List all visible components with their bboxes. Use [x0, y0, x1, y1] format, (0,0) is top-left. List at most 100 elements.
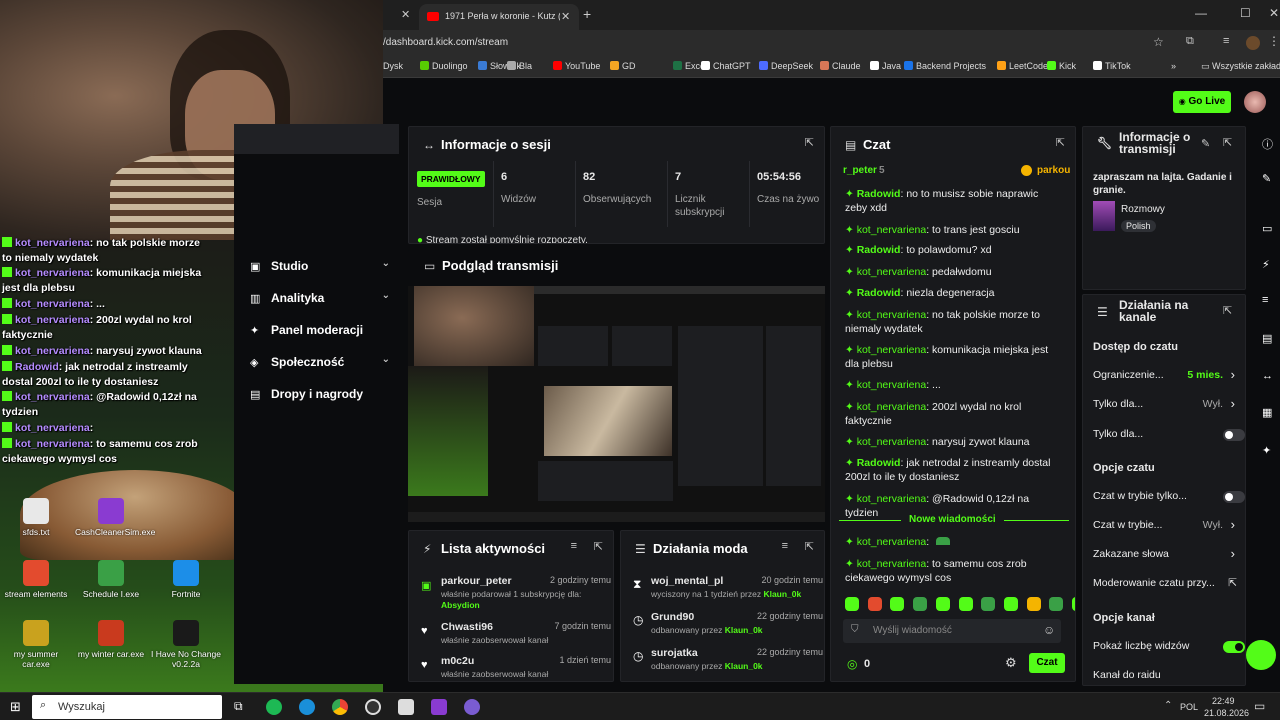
popout-icon[interactable]: ⇱ [1223, 304, 1232, 317]
setting-row[interactable]: Zakazane słowa › [1093, 546, 1235, 564]
setting-row[interactable]: Kanał do raidu [1093, 669, 1233, 685]
windows-start-icon[interactable]: ⊞ [10, 699, 21, 715]
bookmark-overflow-icon[interactable]: » [1171, 61, 1176, 71]
desktop-icon[interactable]: stream elements [0, 560, 72, 599]
profile-avatar[interactable] [1246, 36, 1260, 50]
emote-icon[interactable] [867, 597, 882, 611]
window-close-icon[interactable]: ✕ [1269, 6, 1279, 20]
list-icon[interactable]: ≡ [1262, 294, 1268, 306]
sidebar-item-studio[interactable]: ▣ Studio ⌄ [250, 258, 390, 278]
browser-tab-active[interactable]: 1971 Perła w koronie - Kutz (En ✕ [419, 4, 579, 30]
chat-message[interactable]: ✦ kot_nervariena: pedałwdomu [845, 265, 1063, 279]
emote-icon[interactable] [1026, 597, 1041, 611]
bookmark[interactable]: ChatGPT [701, 61, 751, 71]
mod-action-item[interactable]: ◷ Grund90 22 godziny temu odbanowany przez … [633, 611, 823, 643]
bookmark[interactable]: YouTube [553, 61, 600, 71]
bookmark[interactable]: Backend Projects [904, 61, 986, 71]
popout-icon[interactable]: ⇱ [805, 540, 814, 553]
setting-row[interactable]: Ograniczenie... 5 mies. › [1093, 367, 1235, 385]
chat-message[interactable]: ✦ Radowid: to polawdomu? xd [845, 243, 1063, 257]
taskbar-search[interactable]: ⌕ Wyszukaj [32, 695, 222, 719]
task-view-icon[interactable]: ⧉ [234, 699, 243, 714]
support-button[interactable] [1246, 640, 1276, 670]
mod-action-item[interactable]: ◷ surojatka 22 godziny temu odbanowany prze… [633, 647, 823, 679]
lightning-icon[interactable]: ⚡ [1262, 258, 1270, 271]
chat-message[interactable]: ✦ kot_nervariena: [845, 535, 1063, 549]
extensions-icon[interactable]: ⧉ [1186, 35, 1194, 48]
media-icon[interactable]: ≡ [1223, 35, 1229, 47]
mod-action-item[interactable]: ⧗ woj_mental_pl 20 godzin temu wyciszony na… [633, 575, 823, 607]
filter-icon[interactable]: ≡ [571, 540, 577, 552]
toggle-switch[interactable] [1223, 641, 1245, 653]
setting-row[interactable]: Tylko dla... Wył. › [1093, 396, 1235, 414]
star-icon[interactable]: ☆ [1153, 35, 1164, 49]
emote-icon[interactable] [890, 597, 905, 611]
popout-icon[interactable]: ⇱ [1223, 136, 1232, 149]
popout-icon[interactable]: ⇱ [594, 540, 603, 553]
minimize-icon[interactable]: — [1195, 6, 1207, 20]
sidebar-item-panel-moderacji[interactable]: ✦ Panel moderacji [250, 322, 390, 342]
chat-message[interactable]: ✦ kot_nervariena: 200zl wydal no krol fa… [845, 400, 1063, 428]
chat-message[interactable]: ✦ kot_nervariena: no tak polskie morze t… [845, 308, 1063, 336]
desktop-icon[interactable]: sfds.txt [0, 498, 72, 537]
chat-send-button[interactable]: Czat [1029, 653, 1065, 673]
all-bookmarks[interactable]: ▭ Wszystkie zakładki [1201, 61, 1280, 72]
desktop-icon[interactable]: my summer car.exe [0, 620, 72, 669]
app-icon[interactable] [398, 699, 414, 715]
spotify-icon[interactable] [266, 699, 282, 715]
wrench-icon[interactable]: ✦ [1262, 444, 1271, 457]
desktop-icon[interactable]: Schedule I.exe [75, 560, 147, 599]
category-name[interactable]: Rozmowy [1121, 204, 1165, 215]
bookmark[interactable]: Java [870, 61, 901, 71]
obs-icon[interactable] [365, 699, 381, 715]
chat-settings-icon[interactable]: ⚙ [1005, 655, 1017, 671]
setting-row[interactable]: Pokaż liczbę widzów [1093, 640, 1245, 656]
bookmark[interactable]: Duolingo [420, 61, 468, 71]
chat-message[interactable]: ✦ kot_nervariena: ... [845, 378, 1063, 392]
popout-icon[interactable]: ⇱ [805, 136, 814, 149]
bookmark[interactable]: Kick [1047, 61, 1076, 71]
bookmark[interactable]: GD [610, 61, 636, 71]
edit-icon[interactable]: ✎ [1201, 137, 1210, 150]
chat-input[interactable]: ⛉ Wyślij wiadomość ☺ [843, 619, 1061, 643]
sidebar-item-dropy-i-nagrody[interactable]: ▤ Dropy i nagrody [250, 386, 390, 406]
desktop-icon[interactable]: I Have No Change v0.2.2a [150, 620, 222, 669]
emote-icon[interactable] [958, 597, 973, 611]
chat-message[interactable]: ✦ kot_nervariena: to trans jest gosciu [845, 223, 1063, 237]
close-tab-icon[interactable]: ✕ [401, 8, 410, 21]
points-icon[interactable]: ◎ [847, 657, 857, 671]
chat-message[interactable]: ✦ kot_nervariena: narysuj zywot klauna [845, 435, 1063, 449]
toggle-switch[interactable] [1223, 429, 1245, 441]
popout-icon[interactable]: ⇱ [1056, 136, 1065, 149]
emote-icon[interactable] [1003, 597, 1018, 611]
setting-row[interactable]: Moderowanie czatu przy... ⇱ [1093, 577, 1237, 593]
emoji-icon[interactable]: ☺ [1043, 623, 1055, 637]
desktop-icon[interactable]: CashCleanerSim.exe [75, 498, 155, 537]
setting-row[interactable]: Czat w trybie... Wył. › [1093, 517, 1235, 535]
desktop-icon[interactable]: my winter car.exe [75, 620, 147, 659]
tray-arrow-icon[interactable]: ⌃ [1164, 700, 1172, 711]
sidebar-item-społeczność[interactable]: ◈ Społeczność ⌄ [250, 354, 390, 374]
visual-studio-icon[interactable] [431, 699, 447, 715]
emote-icon[interactable] [1072, 597, 1075, 611]
chat-message[interactable]: ✦ Radowid: niezla degeneracja [845, 286, 1063, 300]
chat-message[interactable]: ✦ Radowid: jak netrodal z instreamly dos… [845, 456, 1063, 484]
emote-icon[interactable] [1049, 597, 1064, 611]
emote-icon[interactable] [845, 597, 859, 611]
url-field[interactable]: /dashboard.kick.com/stream [383, 37, 508, 48]
bookmark[interactable]: LeetCode [997, 61, 1048, 71]
chat-message[interactable]: ✦ Radowid: no to musisz sobie naprawic z… [845, 187, 1063, 215]
bookmark[interactable]: Claude [820, 61, 861, 71]
edit-icon[interactable]: ✎ [1262, 172, 1271, 185]
new-tab-icon[interactable]: + [583, 6, 591, 22]
language-indicator[interactable]: POL [1180, 702, 1198, 712]
go-live-button[interactable]: ◉ Go Live [1173, 91, 1231, 113]
media-icon[interactable]: ▭ [1262, 222, 1272, 235]
bookmark[interactable]: Dysk [383, 61, 403, 71]
chat-icon[interactable]: ▤ [1262, 332, 1272, 345]
emote-icon[interactable] [935, 597, 950, 611]
chat-message[interactable]: ✦ kot_nervariena: komunikacja miejska je… [845, 343, 1063, 371]
notifications-icon[interactable]: ▭ [1254, 699, 1265, 713]
category-thumbnail[interactable] [1093, 201, 1115, 231]
chat-message[interactable]: ✦ kot_nervariena: to samemu cos zrob cie… [845, 557, 1063, 585]
